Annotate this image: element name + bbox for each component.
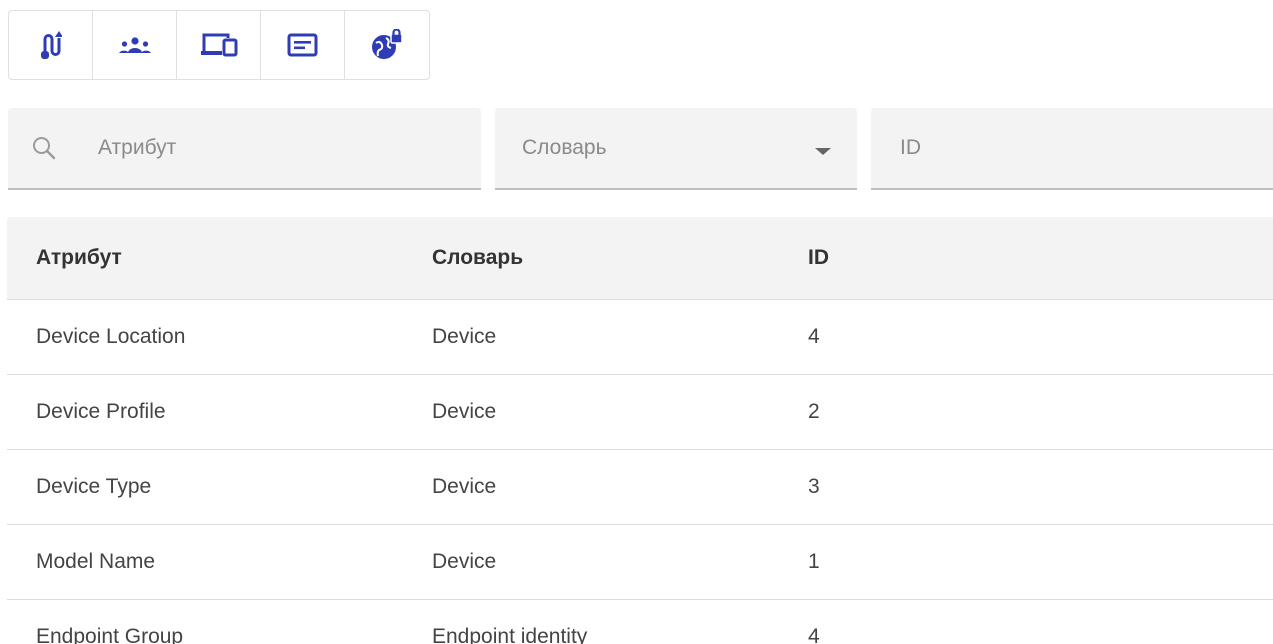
dictionary-select[interactable]: Словарь — [495, 108, 857, 190]
cell-dictionary: Endpoint identity — [432, 625, 588, 644]
cell-attribute: Device Type — [36, 475, 152, 498]
user-groups-button[interactable] — [93, 11, 177, 79]
devices-button[interactable] — [177, 11, 261, 79]
table-row[interactable]: Device Profile Device 2 — [7, 375, 1273, 450]
id-filter[interactable] — [871, 108, 1273, 190]
chevron-down-icon — [815, 147, 831, 155]
cell-id: 4 — [808, 325, 820, 348]
attribute-search-input[interactable] — [96, 127, 440, 169]
search-icon — [32, 136, 60, 160]
cell-attribute: Device Location — [36, 325, 186, 348]
table-row[interactable]: Device Type Device 3 — [7, 450, 1273, 525]
cell-id: 2 — [808, 400, 820, 423]
network-route-button[interactable] — [9, 11, 93, 79]
column-header-dictionary[interactable]: Словарь — [432, 246, 808, 270]
globe-lock-icon — [370, 29, 404, 61]
table-row[interactable]: Device Location Device 4 — [7, 300, 1273, 375]
article-button[interactable] — [261, 11, 345, 79]
table-row[interactable]: Endpoint Group Endpoint identity 4 — [7, 600, 1273, 644]
column-header-attribute[interactable]: Атрибут — [7, 246, 432, 270]
attributes-table: Атрибут Словарь ID Device Location Devic… — [7, 217, 1273, 644]
cell-id: 3 — [808, 475, 820, 498]
network-route-icon — [40, 30, 62, 60]
table-header: Атрибут Словарь ID — [7, 217, 1273, 300]
cell-id: 4 — [808, 625, 820, 644]
view-toolbar — [8, 10, 430, 80]
cell-attribute: Device Profile — [36, 400, 166, 423]
cell-dictionary: Device — [432, 550, 497, 573]
cell-dictionary: Device — [432, 325, 497, 348]
devices-icon — [200, 32, 238, 58]
id-search-input[interactable] — [898, 127, 1242, 169]
cell-attribute: Model Name — [36, 550, 156, 573]
cell-dictionary: Device — [432, 400, 497, 423]
cell-dictionary: Device — [432, 475, 497, 498]
table-row[interactable]: Model Name Device 1 — [7, 525, 1273, 600]
page: Словарь Атрибут Словарь ID Device Locati… — [0, 0, 1273, 644]
cell-id: 1 — [808, 550, 820, 573]
column-header-id[interactable]: ID — [808, 246, 1273, 270]
dictionary-select-value: Словарь — [522, 136, 607, 159]
cell-attribute: Endpoint Group — [36, 625, 184, 644]
globe-lock-button[interactable] — [345, 11, 429, 79]
attribute-filter[interactable] — [8, 108, 481, 190]
user-groups-icon — [118, 36, 152, 54]
article-icon — [287, 33, 319, 57]
